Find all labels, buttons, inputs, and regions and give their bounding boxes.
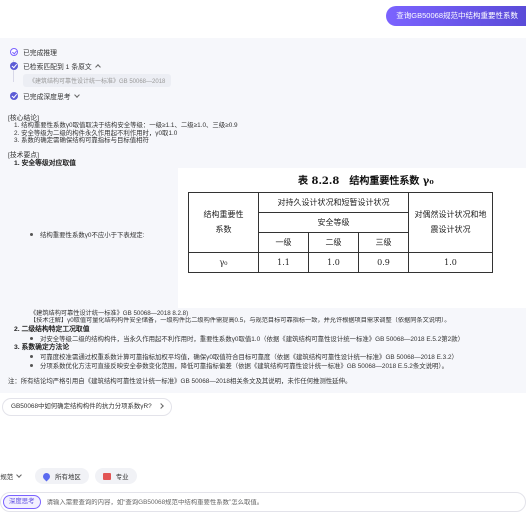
chevron-down-icon bbox=[16, 472, 23, 478]
list-item: 2. 安全等级为二级的构件永久作用起不利作用时，γ0取1.0 bbox=[14, 129, 178, 137]
value-cell: 1.0 bbox=[308, 251, 359, 273]
bullet-dot bbox=[30, 232, 33, 236]
reasoning-steps: 已完成推理 已检索匹配到 1 条原文 《建筑结构可靠性设计统一标准》GB 500… bbox=[10, 46, 210, 104]
core-list: 1. 结构重要性系数γ0取值取决于结构安全等级：一级≥1.1、二级≥1.0、三级… bbox=[14, 122, 526, 145]
suggested-question[interactable]: GB50068中如何确定结构构件的抗力分项系数γR? bbox=[2, 398, 173, 416]
value-cell: 1.1 bbox=[258, 251, 309, 273]
book-icon bbox=[102, 472, 111, 480]
bullet-dot bbox=[30, 336, 33, 340]
step-deep-thinking[interactable]: 已完成深度思考 bbox=[10, 90, 210, 101]
spec-table: 结构重要性系数 对持久设计状况和短暂设计状况 对偶然设计状况和地震设计状况 安全… bbox=[188, 191, 493, 273]
level-2: 二级 bbox=[308, 231, 359, 253]
query-input[interactable] bbox=[46, 498, 477, 506]
scope-label: 查规范 bbox=[0, 473, 14, 481]
header-accident: 对偶然设计状况和地震设计状况 bbox=[408, 191, 493, 253]
bullet-text: 可靠度校准需通过权重系数计算可靠指标加权平均值，确保γ0取值符合目标可靠度（依据… bbox=[40, 353, 458, 361]
step-label: 已完成深度思考 bbox=[23, 93, 71, 101]
answer-card: 已完成推理 已检索匹配到 1 条原文 《建筑结构可靠性设计统一标准》GB 500… bbox=[0, 38, 526, 393]
bullet-text: 结构重要性系数γ0不应小于下表规定: bbox=[40, 231, 145, 239]
bullet-text: 对安全等级二级的结构构件，当永久作用起不利作用时，重要性系数γ0取值1.0（依据… bbox=[40, 335, 464, 343]
level-3: 三级 bbox=[358, 231, 409, 253]
check-circle-icon bbox=[10, 47, 18, 56]
value-cell: 0.9 bbox=[358, 251, 409, 273]
bullet-item: 可靠度校准需通过权重系数计算可靠指标加权平均值，确保γ0取值符合目标可靠度（依据… bbox=[30, 352, 526, 361]
bullet-item: 对安全等级二级的结构构件，当永久作用起不利作用时，重要性系数γ0取值1.0（依据… bbox=[30, 334, 526, 343]
step-label: 已检索匹配到 1 条原文 bbox=[23, 63, 92, 71]
heading-safety-level: 1. 安全等级对应取值 bbox=[14, 159, 76, 167]
tech-points-title: [技术要点] bbox=[8, 151, 39, 159]
user-query-bubble: 查询GB50068规范中结构重要性系数 bbox=[386, 6, 526, 26]
list-item: 3. 系数的确定需确保结构可靠指标与目标值相符 bbox=[14, 137, 149, 144]
chevron-right-icon bbox=[158, 403, 165, 409]
bullet-dot bbox=[30, 363, 33, 367]
bullet-item: 分项系数优化方法可直接反映安全参数变化范围，降低可靠指标偏差（依据《建筑结构可靠… bbox=[30, 361, 526, 370]
footnote: 注：所有结论均严格引用自《建筑结构可靠性设计统一标准》GB 50068—2018… bbox=[8, 377, 352, 385]
top-bar: 查询GB50068规范中结构重要性系数 bbox=[0, 0, 526, 30]
core-conclusion-title: [核心结论] bbox=[8, 115, 39, 122]
chevron-down-icon[interactable] bbox=[73, 91, 80, 98]
answer-body: [核心结论] 1. 结构重要性系数γ0取值取决于结构安全等级：一级≥1.1、二级… bbox=[8, 112, 526, 385]
deep-thinking-toggle[interactable]: 深度思考 bbox=[3, 495, 41, 509]
header-main: 结构重要性系数 bbox=[188, 191, 259, 253]
chevron-up-icon[interactable] bbox=[94, 63, 101, 70]
cell-text: 结构重要性系数 bbox=[203, 210, 244, 234]
step-reasoning-done: 已完成推理 bbox=[10, 46, 210, 57]
source-chip[interactable]: 《建筑结构可靠性设计统一标准》GB 50068—2018 bbox=[23, 74, 172, 87]
tech-annotation: 【技术注解】γ0取值可量化结构构件安全储备，一级构件比二级构件需提高0.5，与规… bbox=[30, 317, 451, 324]
row-label: γ₀ bbox=[188, 251, 259, 273]
heading-level2: 2. 二级结构特定工况取值 bbox=[14, 325, 90, 333]
region-label: 所有地区 bbox=[55, 473, 81, 481]
check-filled-icon bbox=[10, 91, 18, 100]
check-filled-icon bbox=[10, 61, 18, 70]
location-pin-icon bbox=[41, 471, 52, 481]
type-filter[interactable]: 专业 bbox=[94, 468, 137, 484]
suggestion-text: GB50068中如何确定结构构件的抗力分项系数γR? bbox=[11, 403, 152, 410]
source-citation: 《建筑结构可靠性设计统一标准》GB 50068—2018 8.2.8) bbox=[30, 309, 189, 317]
type-label: 专业 bbox=[115, 473, 129, 481]
heading-method: 3. 系数确定方法论 bbox=[14, 343, 70, 351]
query-input-bar: 深度思考 bbox=[0, 492, 526, 512]
list-item: 1. 结构重要性系数γ0取值取决于结构安全等级：一级≥1.1、二级≥1.0、三级… bbox=[14, 122, 238, 129]
bullet-item: 结构重要性系数γ0不应小于下表规定: bbox=[30, 230, 144, 239]
step-retrieval[interactable]: 已检索匹配到 1 条原文 bbox=[10, 60, 210, 71]
table-block: 结构重要性系数γ0不应小于下表规定: 表 8.2.8 结构重要性系数 γ₀ 结构… bbox=[8, 167, 526, 310]
header-persist: 对持久设计状况和短暂设计状况 bbox=[258, 191, 409, 213]
bullet-dot bbox=[30, 354, 33, 358]
cell-text: 对偶然设计状况和地震设计状况 bbox=[414, 210, 487, 234]
spec-table-image: 表 8.2.8 结构重要性系数 γ₀ 结构重要性系数 对持久设计状况和短暂设计状… bbox=[178, 167, 526, 308]
bullet-text: 分项系数优化方法可直接反映安全参数变化范围，降低可靠指标偏差（依据《建筑结构可靠… bbox=[40, 362, 448, 370]
filter-bar: 查规范 所有地区 专业 bbox=[0, 468, 143, 484]
region-filter[interactable]: 所有地区 bbox=[35, 468, 89, 484]
table-title: 表 8.2.8 结构重要性系数 γ₀ bbox=[298, 175, 434, 187]
scope-filter[interactable]: 查规范 bbox=[0, 468, 29, 484]
value-cell: 1.0 bbox=[408, 251, 493, 273]
step-label: 已完成推理 bbox=[23, 49, 57, 57]
header-safety: 安全等级 bbox=[258, 211, 409, 233]
level-1: 一级 bbox=[258, 231, 309, 253]
